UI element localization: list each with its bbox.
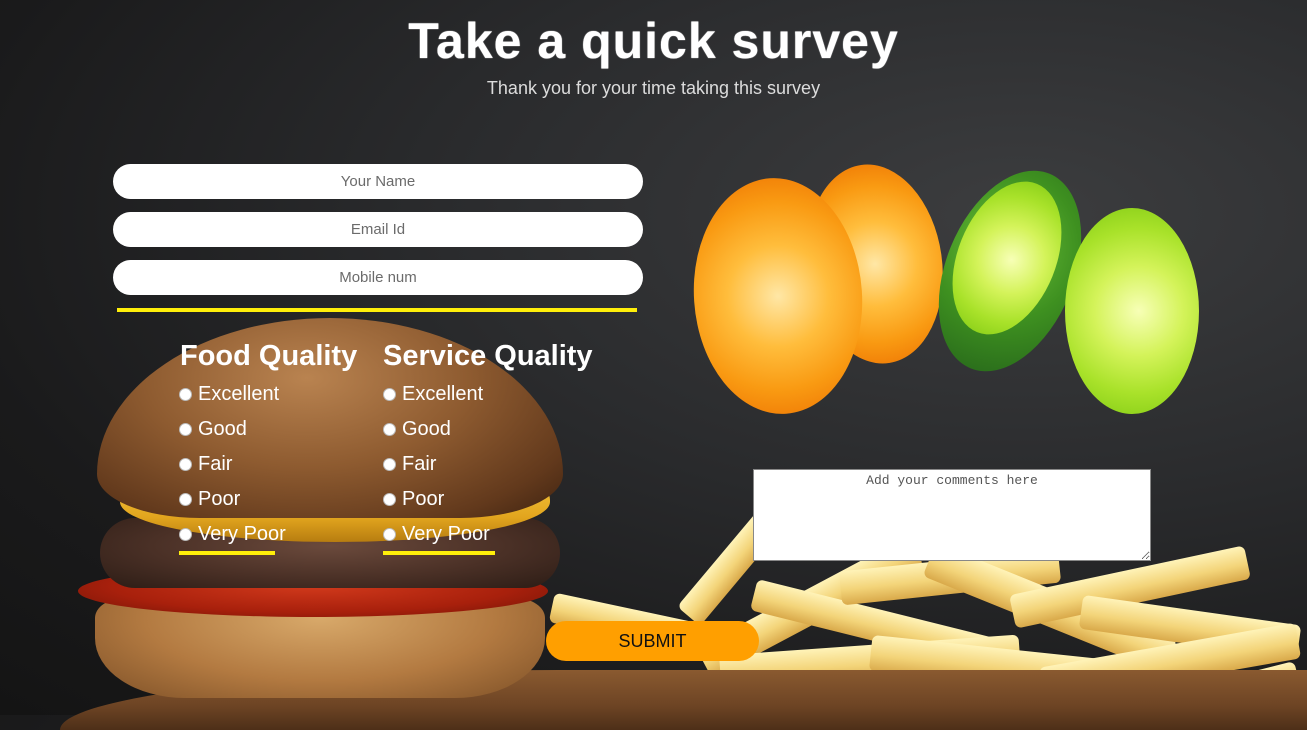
food-option-very-poor[interactable]: Very Poor xyxy=(179,520,286,548)
radio-button[interactable] xyxy=(179,387,192,401)
radio-button[interactable] xyxy=(179,492,192,506)
radio-button[interactable] xyxy=(383,422,396,436)
option-label: Very Poor xyxy=(198,522,286,545)
radio-button[interactable] xyxy=(383,527,396,541)
comments-textarea[interactable] xyxy=(753,469,1151,561)
page-subtitle: Thank you for your time taking this surv… xyxy=(486,78,821,98)
option-label: Excellent xyxy=(402,382,484,405)
food-quality-underline xyxy=(179,551,275,555)
food-option-poor[interactable]: Poor xyxy=(179,485,240,513)
option-label: Excellent xyxy=(198,382,280,405)
radio-button[interactable] xyxy=(383,457,396,471)
radio-button[interactable] xyxy=(179,422,192,436)
radio-button[interactable] xyxy=(383,387,396,401)
wooden-board xyxy=(60,670,1307,730)
option-label: Good xyxy=(402,417,451,440)
radio-button[interactable] xyxy=(383,492,396,506)
option-label: Very Poor xyxy=(402,522,490,545)
option-label: Fair xyxy=(402,452,437,475)
radio-button[interactable] xyxy=(179,527,192,541)
email-input[interactable] xyxy=(113,212,643,247)
option-label: Fair xyxy=(198,452,233,475)
food-option-good[interactable]: Good xyxy=(179,415,247,443)
service-option-poor[interactable]: Poor xyxy=(383,485,444,513)
option-label: Poor xyxy=(402,487,445,510)
food-option-fair[interactable]: Fair xyxy=(179,450,232,478)
citrus-fruit-image xyxy=(685,149,1210,420)
service-option-good[interactable]: Good xyxy=(383,415,451,443)
mobile-input[interactable] xyxy=(113,260,643,295)
service-option-very-poor[interactable]: Very Poor xyxy=(383,520,490,548)
form-divider xyxy=(117,308,637,312)
option-label: Good xyxy=(198,417,247,440)
page-title: Take a quick survey xyxy=(408,13,899,69)
service-quality-underline xyxy=(383,551,495,555)
name-input[interactable] xyxy=(113,164,643,199)
submit-button[interactable]: SUBMIT xyxy=(546,621,759,661)
service-option-excellent[interactable]: Excellent xyxy=(383,380,483,408)
food-option-excellent[interactable]: Excellent xyxy=(179,380,279,408)
option-label: Poor xyxy=(198,487,241,510)
radio-button[interactable] xyxy=(179,457,192,471)
food-quality-title: Food Quality xyxy=(180,340,358,372)
service-quality-title: Service Quality xyxy=(383,340,593,372)
service-option-fair[interactable]: Fair xyxy=(383,450,436,478)
